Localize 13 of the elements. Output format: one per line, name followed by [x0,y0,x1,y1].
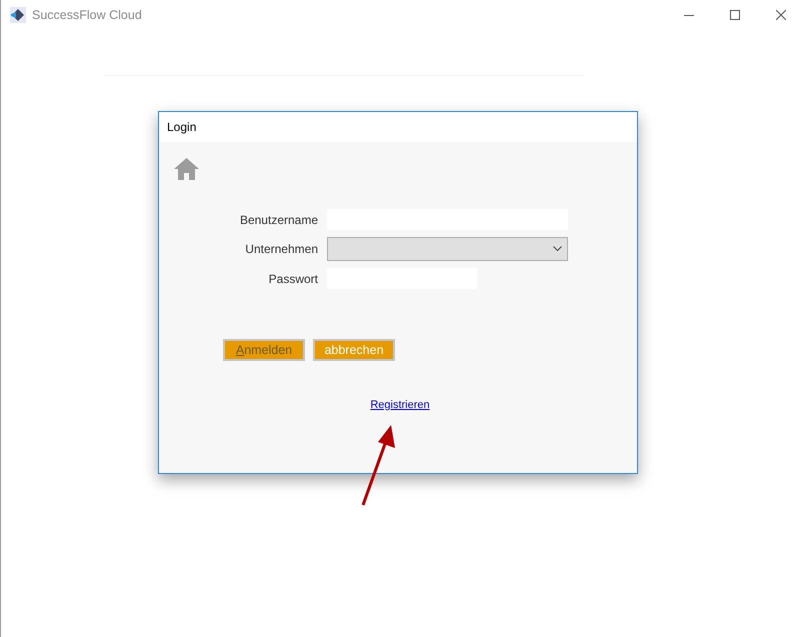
window-title: SuccessFlow Cloud [32,6,142,24]
dialog-title: Login [167,119,196,136]
cancel-button[interactable]: abbrechen [313,339,395,361]
company-dropdown[interactable] [327,237,568,261]
field-label: Benutzername [238,212,319,228]
chevron-down-icon [553,246,562,252]
app-logo-icon [9,7,26,23]
register-link[interactable]: Registrieren [370,397,430,414]
close-icon [776,10,786,20]
field-label: Passwort [268,270,319,288]
maximize-icon [730,10,740,20]
field-label: Unternehmen [244,241,319,258]
home-icon[interactable] [174,158,199,180]
